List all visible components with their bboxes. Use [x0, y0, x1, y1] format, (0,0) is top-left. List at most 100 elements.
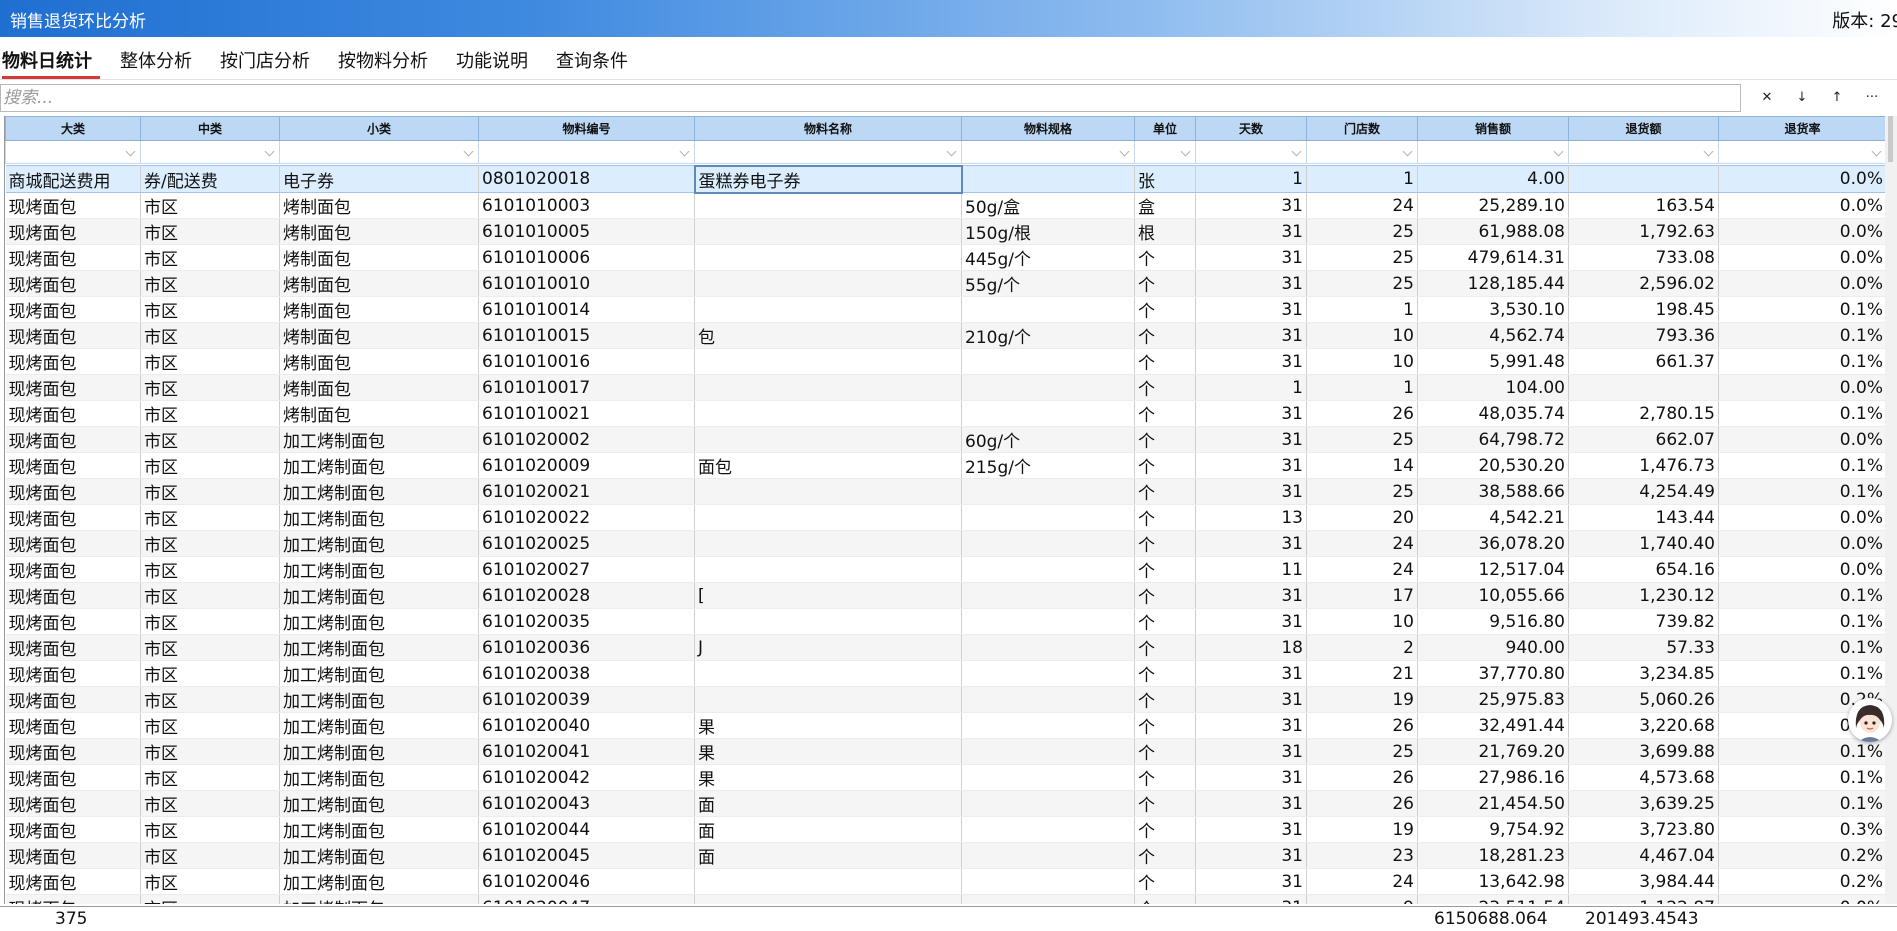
filter-cell-unit[interactable]: [1134, 140, 1196, 164]
table-row[interactable]: 现烤面包 市区 加工烤制面包 6101020041 果 个 31 25 21,769.20 3,6…: [5, 738, 1885, 765]
cell-days: 31: [1195, 426, 1307, 453]
column-header-material-code[interactable]: 物料编号: [478, 116, 695, 141]
table-row[interactable]: 现烤面包 市区 烤制面包 6101010005 150g/根根 31 25 61,988.08…: [5, 218, 1885, 245]
search-input[interactable]: [1, 85, 1740, 111]
more-icon[interactable]: ···: [1861, 88, 1883, 108]
cell-material-code: 6101020044: [478, 816, 695, 843]
filter-cell-material-code[interactable]: [478, 140, 695, 164]
cell-return-amount: 3,639.25: [1568, 790, 1719, 817]
cell-return-amount: 198.45: [1568, 296, 1719, 323]
cell-material-name: [694, 608, 962, 635]
table-row[interactable]: 现烤面包 市区 加工烤制面包 6101020045 面 个 31 23 18,281.23 4,4…: [5, 842, 1885, 869]
table-row[interactable]: 现烤面包 市区 加工烤制面包 6101020043 面 个 31 26 21,454.50 3,6…: [5, 790, 1885, 817]
header-row: 大类 中类 小类 物料编号 物料名称 物料规格 单位 天数 门店数 销售额 退货额 退货率: [5, 116, 1885, 141]
vertical-scrollbar[interactable]: [1885, 116, 1897, 904]
filter-cell-material-spec[interactable]: [961, 140, 1135, 164]
cell-material-spec: [961, 582, 1135, 609]
filter-cell-sales-amount[interactable]: [1417, 140, 1569, 164]
close-icon[interactable]: ✕: [1756, 88, 1778, 108]
table-row[interactable]: 现烤面包 市区 加工烤制面包 6101020021 个 31 25 38,588.66 4,25…: [5, 478, 1885, 505]
scrollbar-thumb[interactable]: [1888, 116, 1893, 162]
tab-material-daily[interactable]: 物料日统计: [2, 47, 92, 73]
table-row[interactable]: 现烤面包市区加工烤制面包6101020047 个31923,511.541,122…: [5, 894, 1885, 904]
table-row[interactable]: 现烤面包 市区 加工烤制面包 6101020025 个 31 24 36,078.20 1,74…: [5, 530, 1885, 557]
tab-overall[interactable]: 整体分析: [120, 47, 192, 73]
table-row[interactable]: 现烤面包 市区 加工烤制面包 6101020046 个 31 24 13,642.98 3,98…: [5, 868, 1885, 895]
table-row[interactable]: 现烤面包 市区 加工烤制面包 6101020040 果 个 31 26 32,491.44 3,2…: [5, 712, 1885, 739]
filter-cell-sub-category[interactable]: [279, 140, 479, 164]
table-row[interactable]: 现烤面包 市区 加工烤制面包 6101020044 面 个 31 19 9,754.92 3,72…: [5, 816, 1885, 843]
cell-unit: 个: [1134, 348, 1196, 375]
cell-unit: 个: [1134, 842, 1196, 869]
table-row[interactable]: 现烤面包 市区 烤制面包 6101010016 个 31 10 5,991.48 661.37 0…: [5, 348, 1885, 375]
column-header-days[interactable]: 天数: [1195, 116, 1307, 141]
filter-cell-days[interactable]: [1195, 140, 1307, 164]
cell-days: 31: [1195, 842, 1307, 869]
table-row[interactable]: 现烤面包 市区 加工烤制面包 6101020009 面包 215g/个个 31 14 20,53…: [5, 452, 1885, 479]
cell-return-rate: 0.0%: [1718, 894, 1885, 904]
tab-query-conditions[interactable]: 查询条件: [556, 47, 628, 73]
cell-days: 1: [1195, 165, 1307, 193]
table-row[interactable]: 商城配送费用 券/配送费 电子券 0801020018 蛋糕券电子券张 1 1 4.00 0.0…: [5, 164, 1885, 194]
table-row[interactable]: 现烤面包 市区 烤制面包 6101010010 55g/个个 31 25 128,185.44…: [5, 270, 1885, 297]
filter-cell-return-rate[interactable]: [1718, 140, 1885, 164]
table-row[interactable]: 现烤面包 市区 加工烤制面包 6101020035 个 31 10 9,516.80 739.8…: [5, 608, 1885, 635]
table-row[interactable]: 现烤面包 市区 加工烤制面包 6101020039 个 31 19 25,975.83 5,06…: [5, 686, 1885, 713]
table-row[interactable]: 现烤面包 市区 加工烤制面包 6101020022 个 13 20 4,542.21 143.4…: [5, 504, 1885, 531]
cell-unit: 个: [1134, 400, 1196, 427]
cell-middle-category: 市区: [140, 764, 280, 791]
table-row[interactable]: 现烤面包 市区 烤制面包 6101010015 包 210g/个个 31 10 4,562.74…: [5, 322, 1885, 349]
cell-return-amount: [1568, 165, 1719, 193]
cell-return-rate: 0.3%: [1718, 816, 1885, 843]
filter-cell-material-name[interactable]: [694, 140, 962, 164]
cell-sales-amount: 64,798.72: [1417, 426, 1569, 453]
filter-cell-category[interactable]: [5, 140, 141, 164]
cell-category: 现烤面包: [5, 504, 141, 531]
column-header-store-count[interactable]: 门店数: [1306, 116, 1418, 141]
cell-category: 现烤面包: [5, 738, 141, 765]
cell-days: 31: [1195, 686, 1307, 713]
table-row[interactable]: 现烤面包 市区 烤制面包 6101010021 个 31 26 48,035.74 2,780.…: [5, 400, 1885, 427]
table-row[interactable]: 现烤面包 市区 加工烤制面包 6101020042 果 个 31 26 27,986.16 4,5…: [5, 764, 1885, 791]
cell-store-count: 24: [1306, 192, 1418, 219]
column-header-unit[interactable]: 单位: [1134, 116, 1196, 141]
cell-sub-category: 加工烤制面包: [279, 452, 479, 479]
table-body: 商城配送费用 券/配送费 电子券 0801020018 蛋糕券电子券张 1 1 4.00 0.0…: [5, 164, 1885, 904]
assistant-avatar-icon[interactable]: [1848, 698, 1892, 742]
cell-category: 现烤面包: [5, 478, 141, 505]
table-row[interactable]: 现烤面包 市区 烤制面包 6101010003 50g/盒盒 31 24 25,289.10 1…: [5, 192, 1885, 219]
arrow-up-icon[interactable]: ↑: [1826, 88, 1848, 108]
column-header-material-spec[interactable]: 物料规格: [961, 116, 1135, 141]
cell-return-amount: 739.82: [1568, 608, 1719, 635]
column-header-material-name[interactable]: 物料名称: [694, 116, 962, 141]
table-row[interactable]: 现烤面包 市区 加工烤制面包 6101020036 J 个 18 2 940.00 57.33 0.…: [5, 634, 1885, 661]
filter-cell-middle-category[interactable]: [140, 140, 280, 164]
tab-by-store[interactable]: 按门店分析: [220, 47, 310, 73]
column-header-return-amount[interactable]: 退货额: [1568, 116, 1719, 141]
column-header-sub-category[interactable]: 小类: [279, 116, 479, 141]
summary-footer: 375 6150688.064 201493.4543: [0, 906, 1897, 931]
table-row[interactable]: 现烤面包 市区 加工烤制面包 6101020038 个 31 21 37,770.80 3,23…: [5, 660, 1885, 687]
cell-category: 现烤面包: [5, 868, 141, 895]
table-row[interactable]: 现烤面包 市区 烤制面包 6101010014 个 31 1 3,530.10 198.45 0.…: [5, 296, 1885, 323]
table-row[interactable]: 现烤面包 市区 加工烤制面包 6101020002 60g/个个 31 25 64,798.7…: [5, 426, 1885, 453]
arrow-down-icon[interactable]: ↓: [1791, 88, 1813, 108]
table-row[interactable]: 现烤面包 市区 加工烤制面包 6101020027 个 11 24 12,517.04 654.…: [5, 556, 1885, 583]
table-row[interactable]: 现烤面包 市区 加工烤制面包 6101020028] 个 31 17 10,055.66 1,2…: [5, 582, 1885, 609]
column-header-category[interactable]: 大类: [5, 116, 141, 141]
filter-cell-return-amount[interactable]: [1568, 140, 1719, 164]
tab-help[interactable]: 功能说明: [456, 47, 528, 73]
cell-material-code: 6101010010: [478, 270, 695, 297]
table-row[interactable]: 现烤面包 市区 烤制面包 6101010006 445g/个个 31 25 479,614.3…: [5, 244, 1885, 271]
filter-cell-store-count[interactable]: [1306, 140, 1418, 164]
column-header-middle-category[interactable]: 中类: [140, 116, 280, 141]
cell-days: 31: [1195, 452, 1307, 479]
cell-material-name: 面: [694, 790, 962, 817]
column-header-return-rate[interactable]: 退货率: [1718, 116, 1885, 141]
tab-by-material[interactable]: 按物料分析: [338, 47, 428, 73]
cell-category: 现烤面包: [5, 192, 141, 219]
table-row[interactable]: 现烤面包 市区 烤制面包 6101010017 个 1 1 104.00 0.0%: [5, 374, 1885, 401]
column-header-sales-amount[interactable]: 销售额: [1417, 116, 1569, 141]
cell-material-code: 6101020027: [478, 556, 695, 583]
cell-category: 现烤面包: [5, 582, 141, 609]
